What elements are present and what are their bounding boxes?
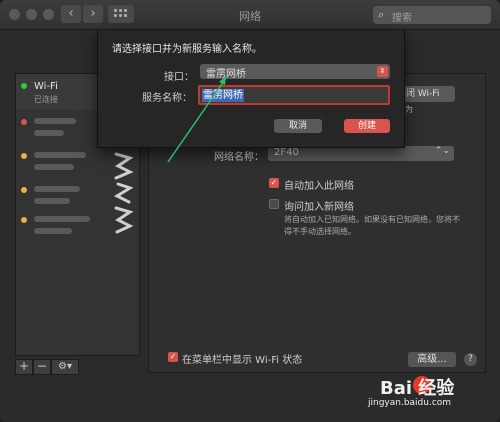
create-button[interactable]: 创建	[344, 119, 390, 133]
blurred-label	[34, 152, 86, 158]
show-wifi-status-label: 在菜单栏中显示 Wi-Fi 状态	[182, 355, 303, 366]
sidebar-item-label: Wi-Fi	[34, 81, 58, 92]
sidebar-item-status: 已连接	[34, 95, 58, 104]
network-name-popup[interactable]: 2F40 ⌃⌄	[268, 146, 454, 161]
cancel-button[interactable]: 取消	[274, 119, 322, 133]
interface-value: 雷雳网桥	[206, 69, 246, 80]
forward-button[interactable]: ›	[83, 5, 103, 23]
title-bar: ‹ › 网络 ⌕ 搜索	[0, 0, 500, 30]
window-title: 网络	[239, 10, 261, 23]
status-dot-yellow	[21, 153, 27, 159]
blurred-status	[34, 228, 72, 234]
show-all-grid-button[interactable]	[108, 5, 134, 23]
close-window-button[interactable]	[9, 9, 20, 20]
baidu-watermark: Bai 经验 jingyan.baidu.com	[360, 370, 490, 410]
service-list-toolbar: + − ⚙▾	[15, 359, 140, 375]
auto-join-checkbox[interactable]: ✓	[269, 178, 279, 188]
zoom-window-button[interactable]	[43, 9, 54, 20]
network-name-label: 网络名称：	[214, 152, 264, 163]
status-dot-red	[21, 119, 27, 125]
search-icon: ⌕	[378, 8, 385, 21]
help-button[interactable]: ?	[464, 353, 477, 366]
network-name-value: 2F40	[274, 147, 299, 158]
ask-join-label: 询问加入新网络	[284, 202, 354, 213]
show-wifi-status-checkbox[interactable]: ✓	[168, 352, 178, 362]
blurred-status	[34, 164, 74, 170]
status-dot-yellow	[21, 217, 27, 223]
sheet-prompt: 请选择接口并为新服务输入名称。	[112, 44, 262, 55]
blurred-label	[34, 118, 76, 124]
service-name-label: 服务名称：	[142, 93, 192, 104]
watermark-url: jingyan.baidu.com	[368, 398, 452, 408]
gear-menu-button[interactable]: ⚙▾	[51, 359, 79, 375]
interface-popup[interactable]: 雷雳网桥 ⇕	[200, 64, 390, 80]
auto-join-label: 自动加入此网络	[284, 181, 354, 192]
blurred-label	[34, 216, 90, 222]
status-fragment: 为	[405, 105, 413, 114]
watermark-brand: Bai 经验	[380, 378, 455, 399]
popup-arrows-icon: ⌃⌄	[434, 146, 450, 156]
status-dot-green	[21, 83, 27, 89]
help-text-line-2: 得不手动选择网络。	[284, 227, 356, 236]
status-dot-yellow	[21, 187, 27, 193]
add-service-button[interactable]: +	[15, 359, 33, 375]
search-placeholder: 搜索	[392, 13, 412, 24]
network-preferences-window: ‹ › 网络 ⌕ 搜索 Wi-Fi 已连接 + − ⚙▾ 闭 Wi-Fi 为 网…	[0, 0, 500, 422]
minimize-window-button[interactable]	[26, 9, 37, 20]
interface-label: 接口：	[164, 72, 194, 83]
new-service-sheet: 请选择接口并为新服务输入名称。 接口： 雷雳网桥 ⇕ 服务名称： 雷雳网桥 取消…	[97, 30, 405, 148]
blurred-label	[34, 186, 80, 192]
redaction-scribble	[113, 152, 134, 234]
turn-off-wifi-button[interactable]: 闭 Wi-Fi	[403, 86, 455, 102]
popup-arrows-icon: ⇕	[377, 66, 388, 77]
ask-join-checkbox[interactable]	[269, 199, 279, 209]
service-name-field[interactable]: 雷雳网桥	[198, 85, 390, 105]
remove-service-button[interactable]: −	[33, 359, 51, 375]
blurred-status	[34, 130, 64, 136]
blurred-status	[34, 198, 70, 204]
help-text-line-1: 将自动加入已知网络。如果没有已知网络，您将不	[284, 215, 460, 224]
search-field[interactable]: ⌕ 搜索	[373, 6, 491, 24]
service-name-value[interactable]: 雷雳网桥	[202, 89, 244, 102]
back-button[interactable]: ‹	[61, 5, 81, 23]
advanced-button[interactable]: 高级...	[408, 352, 456, 367]
